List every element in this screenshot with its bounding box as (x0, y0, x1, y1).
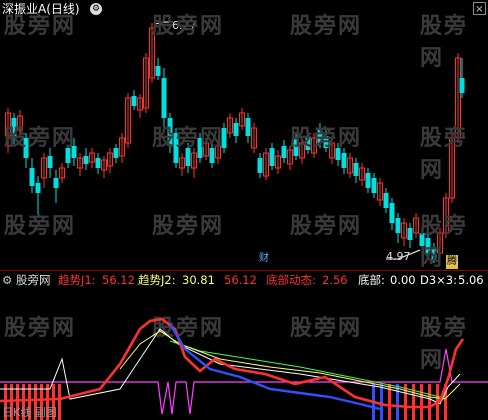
candle-body (317, 128, 323, 143)
bottom-label: 底部: (358, 273, 385, 287)
candle-body (131, 96, 137, 106)
teng-badge: 腾 (446, 255, 458, 269)
extra-value: 56.12 (224, 273, 257, 287)
d3-value: 5.06 (458, 273, 484, 287)
candle-body (353, 163, 359, 176)
candle-body (197, 138, 203, 158)
indicator-name: 股旁网 (16, 273, 51, 287)
gear-icon[interactable]: ⚙ (90, 3, 102, 15)
candle-body (65, 148, 71, 163)
dyn-label: 底部动态: (266, 273, 316, 287)
candle-body (389, 203, 395, 223)
candle-body (113, 148, 119, 158)
candle-body (365, 173, 371, 188)
candle-body (431, 248, 437, 260)
candle-body (395, 218, 401, 233)
candle-body (269, 148, 275, 166)
indicator-bar (404, 384, 407, 420)
indicator-bar (380, 384, 383, 420)
indicator-bar (58, 384, 61, 420)
footer-tabs[interactable]: 日K线 副图 (2, 404, 57, 420)
dyn-value: 2.56 (322, 273, 348, 287)
main-chart[interactable] (0, 18, 488, 270)
indicator-chart[interactable] (0, 289, 488, 420)
candle-body (209, 148, 215, 163)
candle-body (11, 118, 17, 138)
candle-body (305, 136, 311, 150)
bottom-value: 0.00 (390, 273, 416, 287)
low-price-label: 4.97 (386, 250, 411, 263)
candle-body (245, 118, 251, 136)
d3-label: D3×3: (420, 273, 457, 287)
candle-body (83, 156, 89, 164)
candle-body (155, 66, 161, 76)
candle-body (29, 168, 35, 186)
j1-value: 56.12 (102, 273, 135, 287)
close-icon[interactable]: × (473, 2, 486, 15)
candle-body (341, 153, 347, 168)
indicator-bar (396, 384, 399, 420)
candle-body (233, 123, 239, 136)
indicator-bar (428, 384, 431, 420)
candle-body (53, 178, 59, 188)
candle-body (281, 146, 287, 158)
candle-body (371, 178, 377, 193)
candle-body (257, 158, 263, 173)
indicator-bar (412, 384, 415, 420)
candle-body (167, 118, 173, 146)
j1-label: 趋势J1: (58, 273, 96, 287)
candle-body (407, 228, 413, 240)
window-title: 深振业A(日线) (2, 2, 80, 16)
indicator-header: ⚙ 股旁网 趋势J1: 56.12 趋势J2: 30.81 56.12 底部动态… (0, 270, 488, 289)
candle-body (323, 136, 329, 148)
candle-body (161, 78, 167, 118)
high-price-label: 6.27 (172, 19, 197, 32)
candle-body (95, 158, 101, 168)
cai-badge: 财 (259, 253, 269, 264)
candle-body (47, 156, 53, 168)
indicator-settings-icon[interactable]: ⚙ (2, 271, 12, 289)
candle-body (419, 233, 425, 246)
candle-body (221, 128, 227, 148)
candle-body (425, 238, 431, 253)
j2-value: 30.81 (182, 273, 215, 287)
indicator-bar (420, 384, 423, 420)
candle-body (185, 148, 191, 166)
candle-body (335, 148, 341, 160)
candle-body (23, 138, 29, 158)
candle-body (459, 78, 465, 93)
j2-label: 趋势J2: (138, 273, 176, 287)
candle-body (383, 193, 389, 208)
candle-body (35, 183, 41, 193)
candle-body (173, 133, 179, 163)
candle-body (71, 146, 77, 158)
candle-body (293, 138, 299, 156)
window-title-bar: 深振业A(日线) ⚙ × (0, 0, 488, 18)
